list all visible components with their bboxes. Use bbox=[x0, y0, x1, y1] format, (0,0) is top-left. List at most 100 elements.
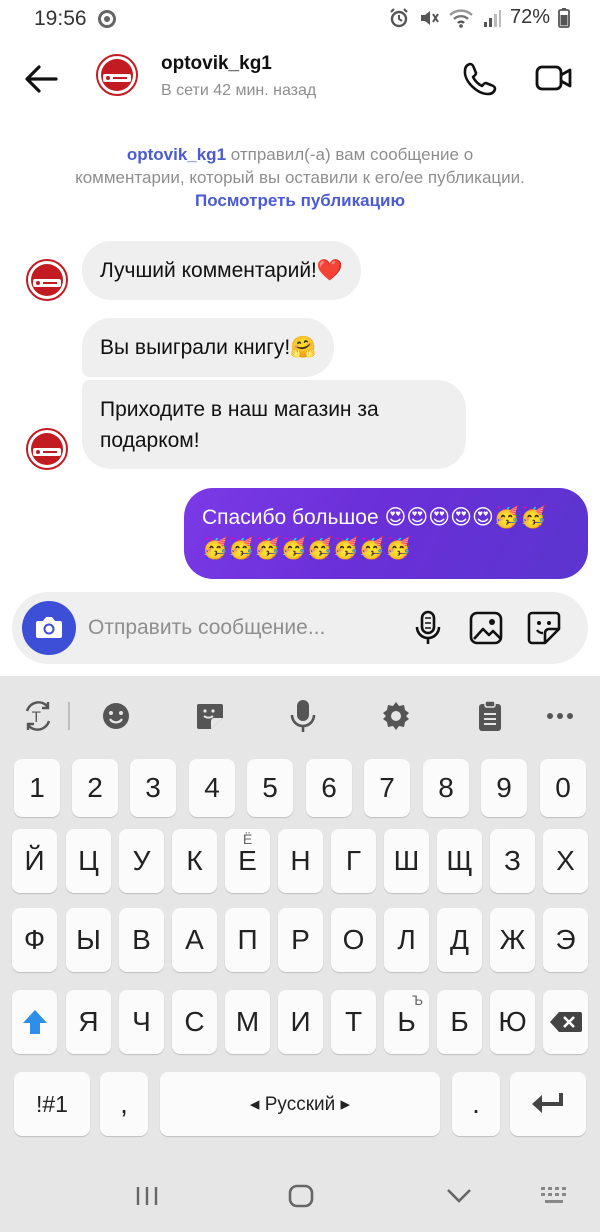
key-letter[interactable]: В bbox=[119, 908, 164, 972]
message-avatar[interactable] bbox=[26, 259, 68, 301]
backspace-key[interactable] bbox=[543, 990, 588, 1054]
wifi-icon bbox=[449, 8, 473, 28]
key-letter[interactable]: Т bbox=[331, 990, 376, 1054]
key-letter[interactable]: Г bbox=[331, 829, 376, 893]
key-letter[interactable]: З bbox=[490, 829, 535, 893]
toolbar-divider bbox=[68, 702, 70, 730]
view-post-link[interactable]: Посмотреть публикацию bbox=[195, 191, 405, 210]
key-letter[interactable]: Х bbox=[543, 829, 588, 893]
message-bubble-incoming[interactable]: Приходите в наш магазин за подарком! bbox=[82, 380, 466, 469]
settings-gear-icon[interactable] bbox=[378, 698, 414, 734]
microphone-icon[interactable] bbox=[412, 610, 444, 646]
key-letter[interactable]: А bbox=[172, 908, 217, 972]
key-9[interactable]: 9 bbox=[481, 759, 527, 817]
key-letter[interactable]: Я bbox=[66, 990, 111, 1054]
enter-arrow-icon bbox=[532, 1093, 563, 1113]
key-letter[interactable]: Н bbox=[278, 829, 323, 893]
sticker-icon[interactable] bbox=[526, 610, 562, 646]
key-letter[interactable]: Ю bbox=[490, 990, 535, 1054]
key-1[interactable]: 1 bbox=[14, 759, 60, 817]
keyboard: T 1 2 3 4 5 6 7 8 9 0 Й Ц У К Ё Е Н Г Ш … bbox=[0, 676, 600, 1232]
clipboard-icon[interactable] bbox=[472, 698, 508, 734]
phone-icon[interactable] bbox=[462, 60, 498, 96]
key-letter[interactable]: Л bbox=[384, 908, 429, 972]
back-arrow-icon[interactable] bbox=[22, 60, 60, 98]
notice-username[interactable]: optovik_kg1 bbox=[127, 145, 226, 164]
voice-input-icon[interactable] bbox=[285, 698, 321, 734]
keyboard-hide-icon[interactable] bbox=[540, 1186, 570, 1206]
shop-logo bbox=[101, 59, 133, 91]
space-bar[interactable]: ◂ Русский ▸ bbox=[160, 1072, 440, 1136]
key-letter[interactable]: М bbox=[225, 990, 270, 1054]
key-letter[interactable]: Й bbox=[12, 829, 57, 893]
key-letter[interactable]: И bbox=[278, 990, 323, 1054]
chrome-notification-icon bbox=[98, 10, 116, 28]
shop-logo bbox=[31, 433, 63, 465]
sticker-keyboard-icon[interactable] bbox=[192, 698, 228, 734]
message-bubble-outgoing[interactable]: Спасибо большое 😍😍😍😍😍🥳🥳🥳🥳🥳🥳🥳🥳🥳🥳 bbox=[184, 488, 588, 579]
signal-icon bbox=[483, 9, 501, 27]
key-2[interactable]: 2 bbox=[72, 759, 118, 817]
key-letter-e[interactable]: Ё Е bbox=[225, 829, 270, 893]
more-options-icon[interactable] bbox=[542, 698, 578, 734]
backspace-icon bbox=[549, 1012, 582, 1032]
camera-button[interactable] bbox=[22, 601, 76, 655]
keyboard-toolbar: T bbox=[0, 676, 600, 756]
key-letter[interactable]: К bbox=[172, 829, 217, 893]
status-time: 19:56 bbox=[34, 7, 87, 30]
key-letter[interactable]: Д bbox=[437, 908, 482, 972]
key-8[interactable]: 8 bbox=[423, 759, 469, 817]
system-navigation-bar bbox=[0, 1160, 600, 1232]
key-hint: Ъ bbox=[411, 992, 424, 1008]
gallery-icon[interactable] bbox=[468, 610, 504, 646]
status-icons: 72% bbox=[388, 6, 570, 29]
key-letter[interactable]: С bbox=[172, 990, 217, 1054]
message-input[interactable] bbox=[88, 606, 398, 650]
key-letter[interactable]: О bbox=[331, 908, 376, 972]
key-letter[interactable]: Ф bbox=[12, 908, 57, 972]
key-4[interactable]: 4 bbox=[189, 759, 235, 817]
contact-online-status: В сети 42 мин. назад bbox=[161, 82, 317, 99]
enter-key[interactable] bbox=[510, 1072, 586, 1136]
emoji-icon[interactable] bbox=[98, 698, 134, 734]
camera-icon bbox=[36, 617, 62, 638]
key-5[interactable]: 5 bbox=[247, 759, 293, 817]
shift-arrow-icon bbox=[22, 1010, 47, 1034]
comma-key[interactable]: , bbox=[100, 1072, 148, 1136]
key-letter[interactable]: Э bbox=[543, 908, 588, 972]
key-letter[interactable]: Ч bbox=[119, 990, 164, 1054]
contact-name[interactable]: optovik_kg1 bbox=[161, 53, 272, 75]
key-letter[interactable]: Ы bbox=[66, 908, 111, 972]
back-chevron-icon[interactable] bbox=[446, 1188, 472, 1204]
key-letter[interactable]: Ш bbox=[384, 829, 429, 893]
home-icon[interactable] bbox=[288, 1184, 314, 1208]
message-bubble-incoming[interactable]: Лучший комментарий!❤️ bbox=[82, 241, 362, 300]
key-letter[interactable]: Р bbox=[278, 908, 323, 972]
key-3[interactable]: 3 bbox=[130, 759, 176, 817]
key-letter-label: Е bbox=[238, 845, 257, 876]
key-letter-soft-sign[interactable]: Ъ Ь bbox=[384, 990, 429, 1054]
svg-text:T: T bbox=[31, 710, 41, 726]
key-letter[interactable]: Щ bbox=[437, 829, 482, 893]
key-letter[interactable]: Ц bbox=[66, 829, 111, 893]
video-camera-icon[interactable] bbox=[534, 60, 574, 96]
reply-notice: optovik_kg1 отправил(-а) вам сообщение о… bbox=[70, 143, 530, 212]
key-6[interactable]: 6 bbox=[306, 759, 352, 817]
key-letter[interactable]: Б bbox=[437, 990, 482, 1054]
message-composer bbox=[12, 592, 588, 664]
key-7[interactable]: 7 bbox=[364, 759, 410, 817]
shop-logo bbox=[31, 264, 63, 296]
message-avatar[interactable] bbox=[26, 428, 68, 470]
key-letter[interactable]: П bbox=[225, 908, 270, 972]
contact-avatar[interactable] bbox=[96, 54, 138, 96]
translate-icon[interactable]: T bbox=[20, 698, 56, 734]
symbols-key[interactable]: !#1 bbox=[14, 1072, 90, 1136]
message-bubble-incoming[interactable]: Вы выиграли книгу!🤗 bbox=[82, 318, 335, 377]
status-bar: 19:56 72% bbox=[0, 0, 600, 38]
key-letter[interactable]: У bbox=[119, 829, 164, 893]
key-0[interactable]: 0 bbox=[540, 759, 586, 817]
period-key[interactable]: . bbox=[452, 1072, 500, 1136]
recent-apps-icon[interactable] bbox=[135, 1186, 159, 1206]
key-letter[interactable]: Ж bbox=[490, 908, 535, 972]
shift-key[interactable] bbox=[12, 990, 57, 1054]
